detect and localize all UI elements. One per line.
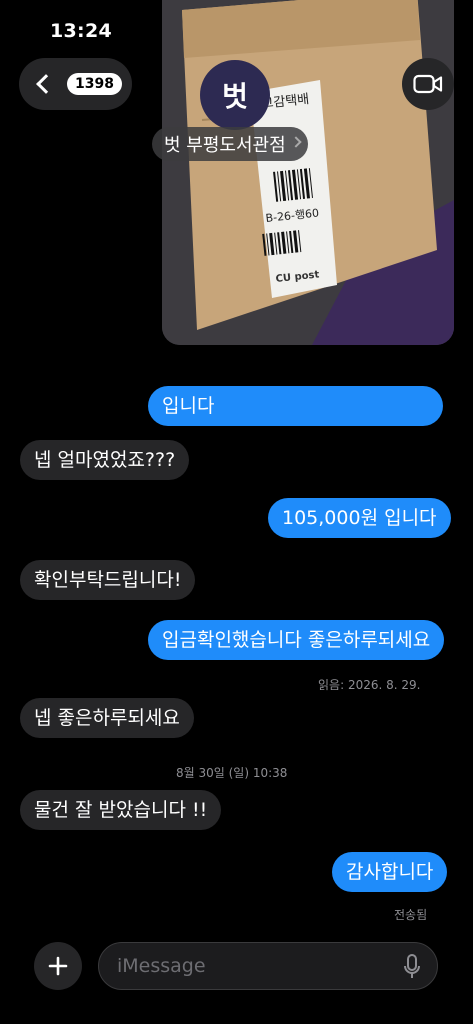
message-text: 넵 얼마였었죠??? <box>34 449 176 471</box>
message-bubble-outgoing[interactable]: 105,000원 입니다 <box>268 498 451 538</box>
chevron-left-icon <box>36 74 56 94</box>
message-text: 105,000원 입니다 <box>282 507 437 529</box>
message-text: 확인부탁드립니다! <box>34 569 182 591</box>
message-text: 물건 잘 받았습니다 !! <box>34 799 208 821</box>
parcel-photo: 고감택배 B-26-행60 CU post <box>162 0 454 345</box>
contact-name: 벗 부평도서관점 <box>164 135 286 156</box>
video-call-button[interactable] <box>402 58 454 110</box>
message-text: 입금확인했습니다 좋은하루되세요 <box>162 629 431 651</box>
message-bubble-outgoing[interactable]: 감사합니다 <box>332 852 448 892</box>
message-bubble-incoming[interactable]: 넵 좋은하루되세요 <box>20 698 194 738</box>
unread-count-badge: 1398 <box>67 73 122 95</box>
photo-attachment[interactable]: 고감택배 B-26-행60 CU post <box>162 0 454 345</box>
contact-name-button[interactable]: 벗 부평도서관점 <box>152 127 308 161</box>
status-time: 13:24 <box>50 20 112 42</box>
message-input[interactable] <box>98 942 438 990</box>
message-bubble-incoming[interactable]: 넵 얼마였었죠??? <box>20 440 190 480</box>
redaction-scribble <box>150 353 452 386</box>
contact-avatar[interactable]: 벗 <box>200 60 270 130</box>
video-camera-icon <box>413 74 443 94</box>
avatar-initial: 벗 <box>222 80 248 113</box>
back-button[interactable]: 1398 <box>19 58 132 110</box>
message-text: 감사합니다 <box>346 861 434 883</box>
date-separator: 8월 30일 (일) 10:38 <box>176 766 288 780</box>
add-attachment-button[interactable] <box>34 942 82 990</box>
message-text: 넵 좋은하루되세요 <box>34 707 180 729</box>
message-bubble-incoming[interactable]: 확인부탁드립니다! <box>20 560 196 600</box>
plus-icon <box>48 956 68 976</box>
message-bubble-outgoing[interactable]: 입금확인했습니다 좋은하루되세요 <box>148 620 445 660</box>
microphone-icon[interactable] <box>403 954 421 980</box>
delivered-status: 전송됨 <box>394 908 428 922</box>
message-bubble-incoming[interactable]: 물건 잘 받았습니다 !! <box>20 790 222 830</box>
chevron-right-icon <box>289 136 302 148</box>
read-receipt: 읽음: 2026. 8. 29. <box>318 678 421 692</box>
